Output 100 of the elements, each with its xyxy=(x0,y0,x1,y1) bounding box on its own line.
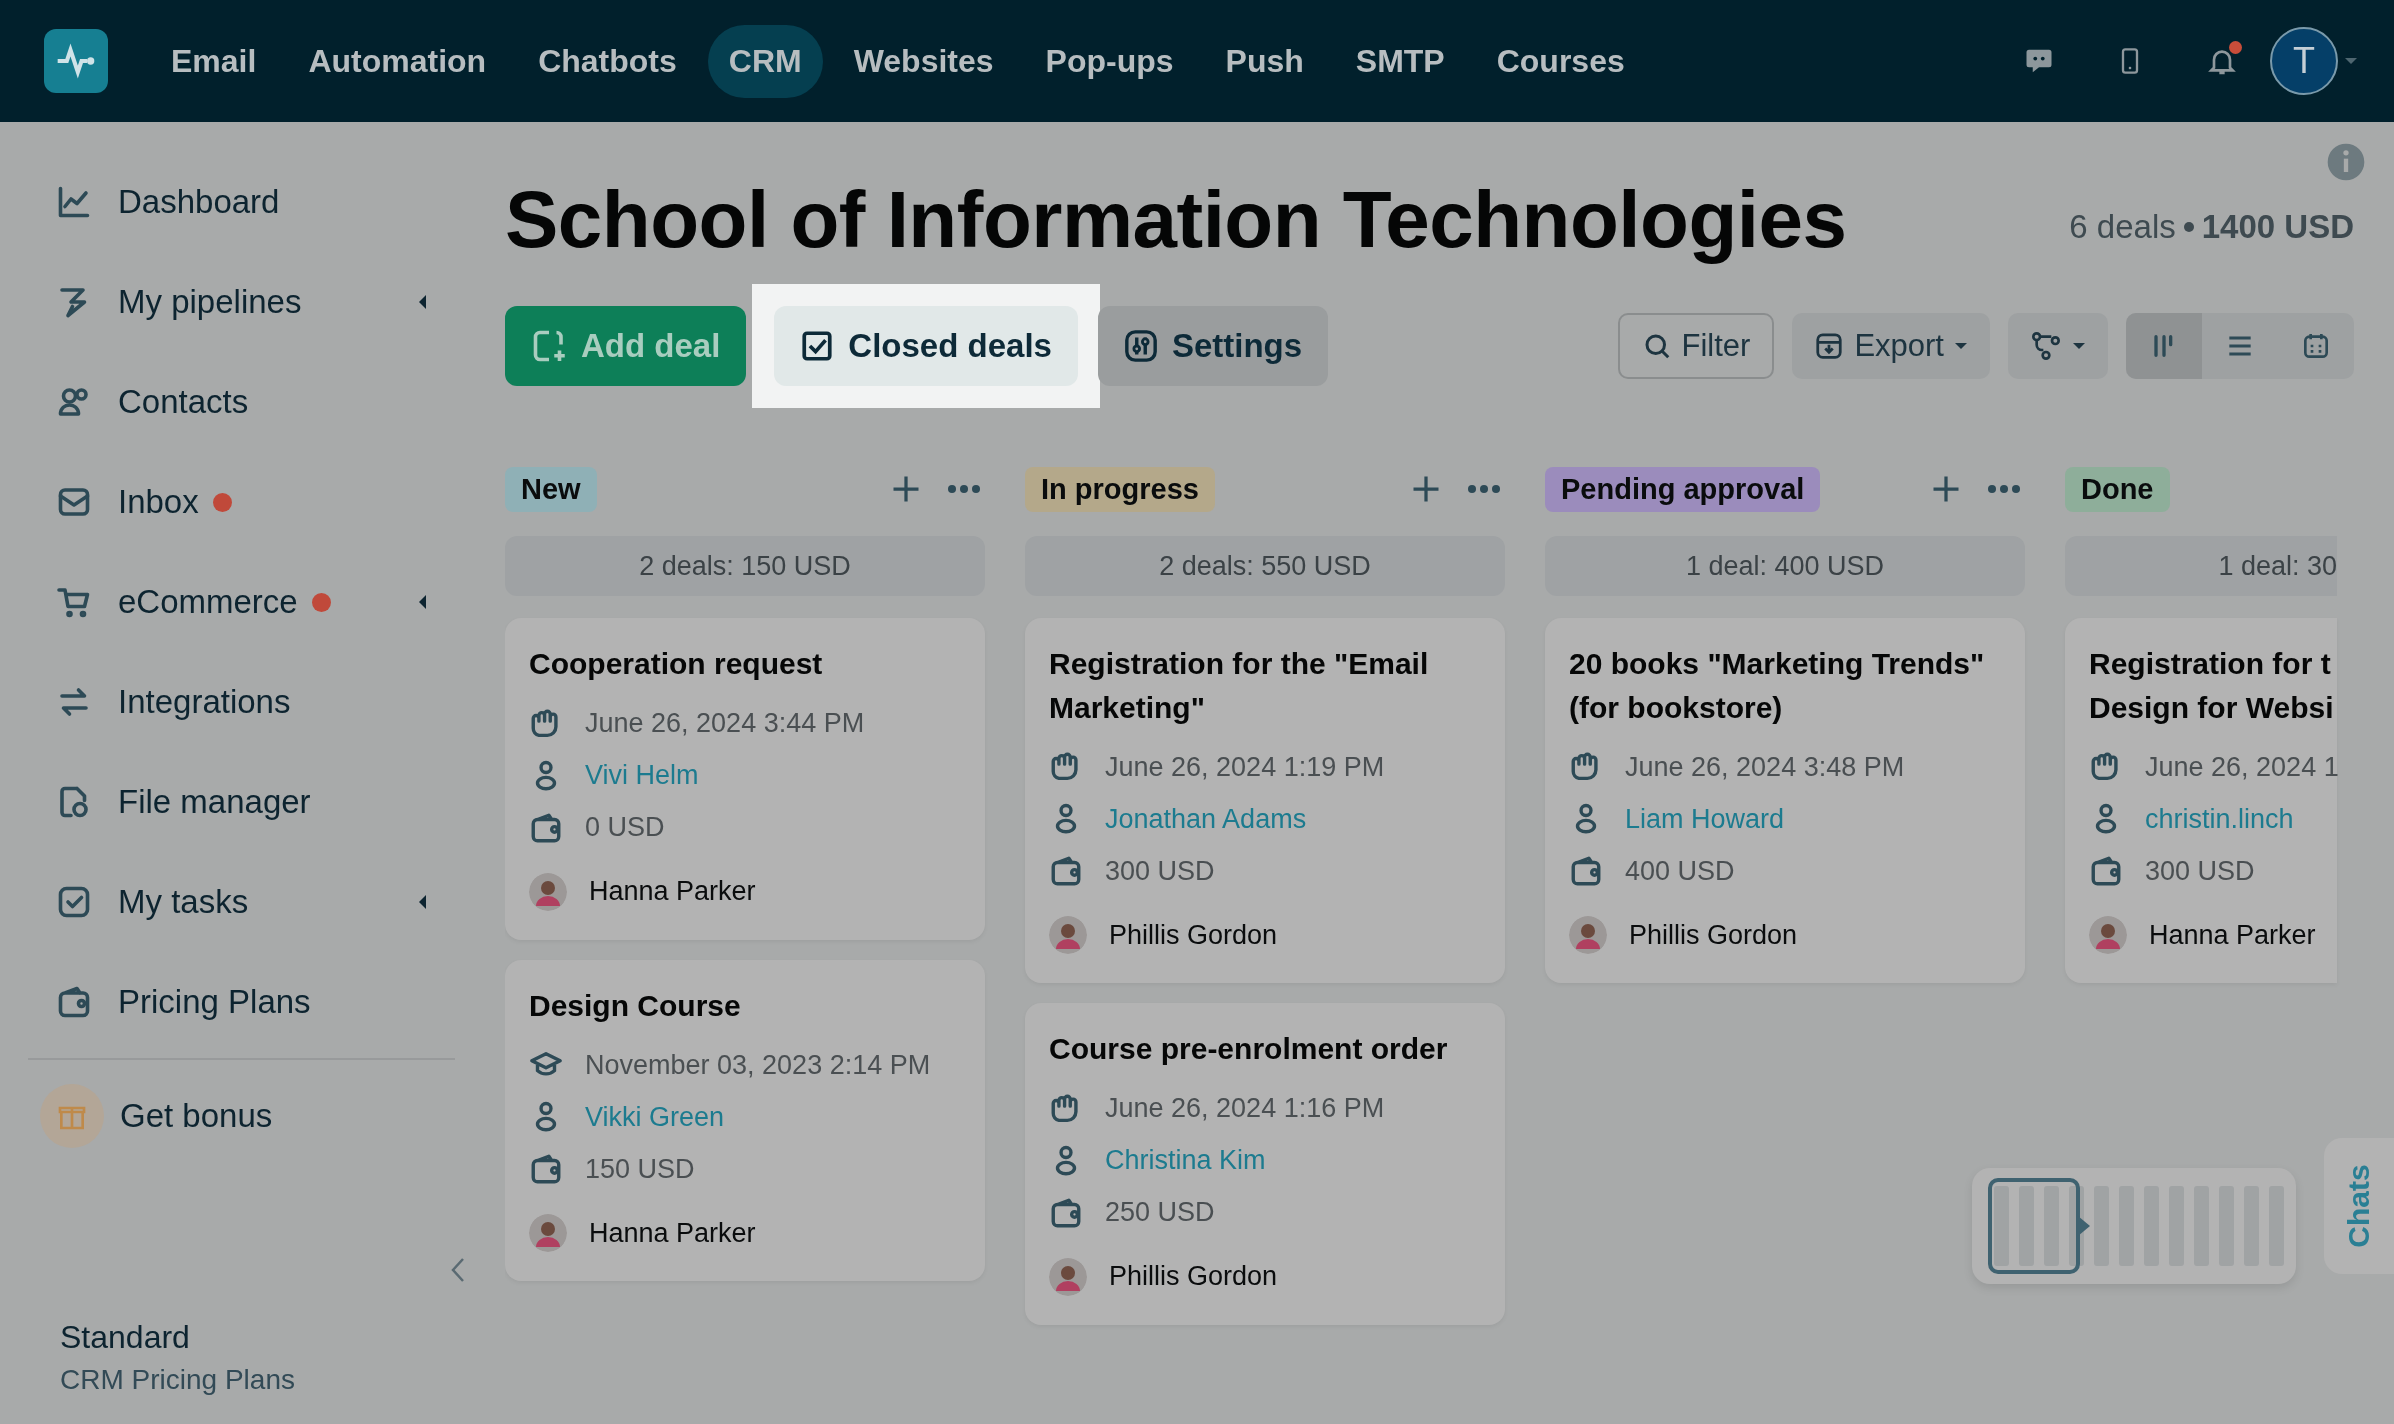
pricing-icon xyxy=(56,984,92,1020)
settings-button[interactable]: Settings xyxy=(1097,306,1329,386)
sidebar-item[interactable]: Contacts xyxy=(28,352,455,452)
separator-dot xyxy=(2183,222,2194,232)
stage-summary: 2 deals: 550 USD xyxy=(1025,536,1505,596)
caret-icon[interactable] xyxy=(417,294,427,310)
sidebar-label: Integrations xyxy=(118,683,291,721)
stage-tag: Done xyxy=(2065,466,2170,512)
avatar-icon xyxy=(529,1214,567,1252)
deal-title: Cooperation request xyxy=(529,646,824,682)
sidebar-item[interactable]: Inbox xyxy=(28,452,455,552)
nav-tab[interactable]: Chatbots xyxy=(517,24,698,98)
deal-card[interactable]: Design Course November 03, 2023 2:14 PM Vikki Green 150 USD Hanna Parker xyxy=(505,959,985,1281)
caret-icon xyxy=(2072,341,2086,351)
logo[interactable] xyxy=(44,29,108,93)
tasks-icon xyxy=(56,884,92,920)
sidebar-item[interactable]: My pipelines xyxy=(28,252,455,352)
sidebar-label: My pipelines xyxy=(118,283,302,321)
more-icon[interactable] xyxy=(1467,484,1501,494)
caret-icon[interactable] xyxy=(417,594,427,610)
deal-card[interactable]: 20 books "Marketing Trends" (for bookstore) June 26, 2024 3:48 PM Liam Howard 400 USD Phillis Gordon xyxy=(1545,618,2025,983)
deal-amount: 300 USD xyxy=(1105,855,1215,887)
checkbox-icon xyxy=(800,329,835,363)
add-icon[interactable] xyxy=(891,474,921,504)
wallet-icon xyxy=(2089,854,2123,888)
deal-amount: 150 USD xyxy=(585,1153,695,1185)
caret-icon[interactable] xyxy=(417,894,427,910)
deal-date: June 26, 2024 1:16 PM xyxy=(1105,1093,1385,1124)
deal-date: June 26, 2024 3:48 PM xyxy=(1625,751,1905,783)
nav-tab[interactable]: Websites xyxy=(832,24,1015,98)
deal-date: June 26, 2024 1 xyxy=(2145,751,2339,783)
automation-button[interactable] xyxy=(2008,313,2108,379)
manager-name: Hanna Parker xyxy=(2149,919,2316,951)
plan-subtitle[interactable]: CRM Pricing Plans xyxy=(60,1364,455,1396)
deal-card[interactable]: Cooperation request June 26, 2024 3:44 PM Vivi Helm 0 USD Hanna Parker xyxy=(505,618,985,940)
collapse-icon[interactable] xyxy=(449,1256,467,1284)
manager-name: Hanna Parker xyxy=(589,1217,756,1249)
deal-title: Course pre-enrolment order xyxy=(1049,1031,1449,1067)
stage-tag: In progress xyxy=(1025,466,1215,512)
dashboard-icon xyxy=(56,184,92,220)
add-icon[interactable] xyxy=(1931,474,1961,504)
deal-title: Registration for t Design for Websi xyxy=(2089,646,2335,726)
page-title: School of Information Technologies xyxy=(505,176,1847,264)
stage-tag: New xyxy=(505,466,597,512)
nav-tab[interactable]: Email xyxy=(150,24,278,98)
deal-title: Registration for the "Email Marketing" xyxy=(1049,646,1430,726)
stage-summary: 2 deals: 150 USD xyxy=(505,536,985,596)
sidebar-item[interactable]: File manager xyxy=(28,752,455,852)
sidebar-label: eCommerce xyxy=(118,583,298,621)
deal-amount: 250 USD xyxy=(1105,1197,1215,1228)
filter-button[interactable]: Filter xyxy=(1617,313,1775,379)
closed-deals-button[interactable]: Closed deals xyxy=(774,306,1078,386)
more-icon[interactable] xyxy=(1987,484,2021,494)
deal-card[interactable]: Registration for the "Email Marketing" June 26, 2024 1:19 PM Jonathan Adams 300 USD Phillis Gordon xyxy=(1025,618,1505,983)
deal-count: 6 deals xyxy=(2069,208,2176,246)
export-button[interactable]: Export xyxy=(1792,313,1990,379)
avatar-icon xyxy=(1049,1257,1087,1296)
nav-tab[interactable]: Pop-ups xyxy=(1024,24,1195,98)
deal-card[interactable]: Course pre-enrolment order June 26, 2024 1:16 PM Christina Kim 250 USD Phillis Gordon xyxy=(1025,1003,1505,1325)
deal-title: 20 books "Marketing Trends" (for bookstore) xyxy=(1569,646,1986,726)
deal-date: June 26, 2024 3:44 PM xyxy=(585,708,865,739)
deal-date: November 03, 2023 2:14 PM xyxy=(585,1049,931,1081)
board-view-button[interactable] xyxy=(2126,313,2202,379)
wallet-icon xyxy=(1049,854,1083,888)
settings-icon xyxy=(1123,329,1158,363)
add-icon[interactable] xyxy=(1411,474,1441,504)
avatar-icon xyxy=(529,872,567,911)
more-icon[interactable] xyxy=(947,484,981,494)
sidebar-label: Contacts xyxy=(118,383,249,421)
nav-tab[interactable]: Push xyxy=(1204,24,1325,98)
stage-tag: Pending approval xyxy=(1545,466,1821,512)
deal-amount: 300 USD xyxy=(2145,855,2255,887)
nav-tab[interactable]: Automation xyxy=(287,24,508,98)
sidebar-label: File manager xyxy=(118,783,311,821)
user-avatar[interactable]: T xyxy=(2270,27,2338,95)
export-icon xyxy=(1814,331,1845,361)
nav-tab[interactable]: CRM xyxy=(707,24,823,98)
flow-icon xyxy=(2030,330,2062,362)
sidebar-item[interactable]: Pricing Plans xyxy=(28,952,455,1052)
sidebar-item[interactable]: Integrations xyxy=(28,652,455,752)
stage-summary: 1 deal: 400 USD xyxy=(1545,536,2025,596)
minimap-drawing[interactable] xyxy=(1972,1168,2296,1284)
sidebar-label: Inbox xyxy=(118,483,199,521)
sidebar-item[interactable]: Dashboard xyxy=(28,152,455,252)
sidebar-item[interactable]: eCommerce xyxy=(28,552,455,652)
deal-amount: 400 USD xyxy=(1625,855,1735,887)
avatar-icon xyxy=(2089,916,2127,954)
nav-tab[interactable]: Courses xyxy=(1475,24,1646,98)
deal-date: June 26, 2024 1:19 PM xyxy=(1105,751,1385,783)
manager-name: Phillis Gordon xyxy=(1109,919,1278,951)
manager-name: Phillis Gordon xyxy=(1109,1261,1278,1292)
plan-name: Standard xyxy=(60,1319,191,1356)
sidebar-label: Pricing Plans xyxy=(118,983,311,1021)
add-card-icon xyxy=(531,328,567,364)
sidebar-item[interactable]: My tasks xyxy=(28,852,455,952)
deal-title: Design Course xyxy=(529,987,742,1024)
nav-tab[interactable]: SMTP xyxy=(1334,24,1466,98)
deal-card[interactable]: Registration for t Design for Websi June 26, 2024 1 christin.linch 300 USD Hanna Parker xyxy=(2065,618,2337,983)
wallet-icon xyxy=(529,1152,563,1186)
sidebar-item[interactable]: Get bonus xyxy=(28,1066,455,1166)
